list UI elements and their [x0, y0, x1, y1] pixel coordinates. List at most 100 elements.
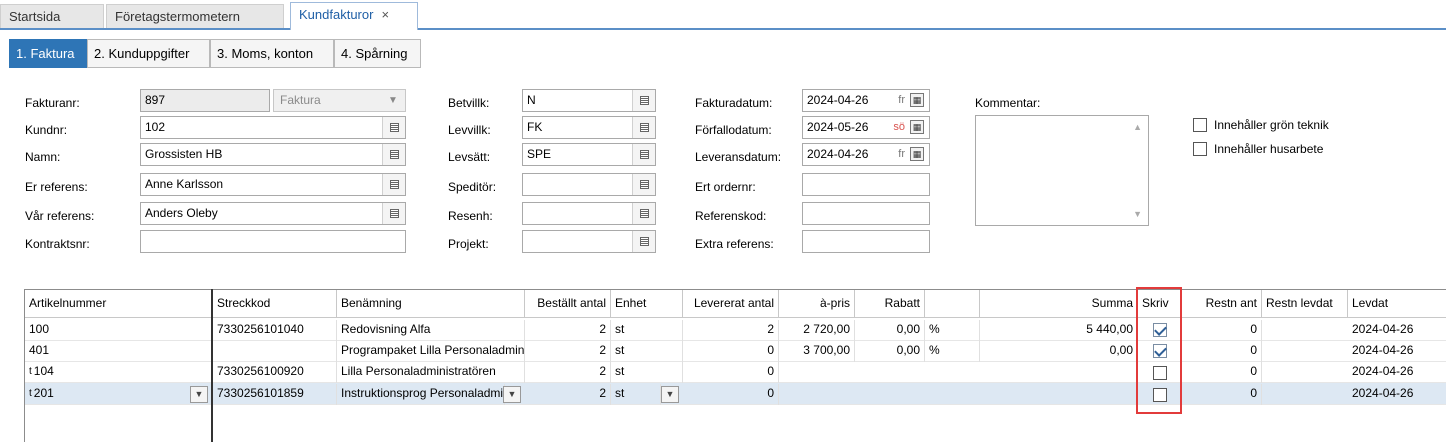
- forfallodatum-field[interactable]: 2024-05-26 sö ▦: [802, 116, 930, 139]
- tab-faktura[interactable]: 1. Faktura: [9, 39, 87, 68]
- list-lookup-icon[interactable]: [632, 174, 655, 195]
- cell-streckkod[interactable]: 7330256101859: [213, 384, 337, 405]
- col-restn-levdat[interactable]: Restn levdat: [1262, 290, 1348, 318]
- cell-benamning[interactable]: Programpaket Lilla Personaladministratör…: [337, 341, 525, 362]
- col-levererat-antal[interactable]: Levererat antal: [683, 290, 779, 318]
- resenh-field[interactable]: [522, 202, 656, 225]
- cell-restn-ant[interactable]: 0: [1182, 341, 1262, 362]
- scroll-down-icon[interactable]: ▼: [1133, 209, 1142, 219]
- cell-bestallt[interactable]: 2: [525, 341, 611, 362]
- chevron-down-icon[interactable]: ▼: [503, 386, 521, 403]
- kontraktsnr-field[interactable]: [140, 230, 406, 253]
- fakturanr-field[interactable]: 897: [140, 89, 270, 112]
- cell-levererat[interactable]: 0: [683, 384, 779, 405]
- kundnr-field[interactable]: 102: [140, 116, 406, 139]
- fakturadatum-field[interactable]: 2024-04-26 fr ▦: [802, 89, 930, 112]
- col-benamning[interactable]: Benämning: [337, 290, 525, 318]
- list-lookup-icon[interactable]: [382, 117, 405, 138]
- cell-artnr[interactable]: t 201: [25, 384, 213, 405]
- cell-artnr[interactable]: t 104: [25, 362, 213, 383]
- tab-kunduppgifter[interactable]: 2. Kunduppgifter: [87, 39, 210, 68]
- col-artikelnummer[interactable]: Artikelnummer: [25, 290, 213, 318]
- leveransdatum-field[interactable]: 2024-04-26 fr ▦: [802, 143, 930, 166]
- col-skriv[interactable]: Skriv: [1138, 290, 1182, 318]
- col-restn-ant[interactable]: Restn ant: [1182, 290, 1262, 318]
- skriv-checkbox[interactable]: [1153, 366, 1167, 380]
- col-bestallt-antal[interactable]: Beställt antal: [525, 290, 611, 318]
- col-levdat[interactable]: Levdat: [1348, 290, 1446, 318]
- cell-levdat[interactable]: 2024-04-26: [1348, 384, 1446, 405]
- tab-moms-konton[interactable]: 3. Moms, konton: [210, 39, 334, 68]
- cell-enhet[interactable]: st: [611, 341, 683, 362]
- scroll-up-icon[interactable]: ▲: [1133, 122, 1142, 132]
- skriv-checkbox[interactable]: [1153, 388, 1167, 402]
- col-rabatt[interactable]: Rabatt: [855, 290, 925, 318]
- cell-enhet[interactable]: st: [611, 320, 683, 341]
- cell-summa[interactable]: 0,00: [980, 341, 1138, 362]
- list-lookup-icon[interactable]: [632, 117, 655, 138]
- cell-apris[interactable]: 2 720,00: [779, 320, 855, 341]
- calendar-icon[interactable]: ▦: [910, 93, 924, 107]
- tab-sparning[interactable]: 4. Spårning: [334, 39, 421, 68]
- calendar-icon[interactable]: ▦: [910, 147, 924, 161]
- cell-streckkod[interactable]: 7330256101040: [213, 320, 337, 341]
- cell-rabatt[interactable]: 0,00: [855, 320, 925, 341]
- cell-levdat[interactable]: 2024-04-26: [1348, 320, 1446, 341]
- cell-bestallt[interactable]: 2: [525, 384, 611, 405]
- cell-levererat[interactable]: 2: [683, 320, 779, 341]
- var-referens-field[interactable]: Anders Oleby: [140, 202, 406, 225]
- cell-artnr[interactable]: 100: [25, 320, 213, 341]
- er-referens-field[interactable]: Anne Karlsson: [140, 173, 406, 196]
- list-lookup-icon[interactable]: [632, 90, 655, 111]
- col-enhet[interactable]: Enhet: [611, 290, 683, 318]
- close-tab-icon[interactable]: ×: [381, 7, 389, 22]
- cell-streckkod[interactable]: 7330256100920: [213, 362, 337, 383]
- cell-levdat[interactable]: 2024-04-26: [1348, 362, 1446, 383]
- cell-bestallt[interactable]: 2: [525, 362, 611, 383]
- chevron-down-icon[interactable]: ▼: [661, 386, 679, 403]
- tab-foretagstermometern[interactable]: Företagstermometern: [106, 4, 284, 28]
- tab-kundfakturor[interactable]: Kundfakturor ×: [290, 2, 418, 30]
- cell-enhet[interactable]: st: [611, 384, 661, 405]
- col-summa[interactable]: Summa: [980, 290, 1138, 318]
- betvillk-field[interactable]: N: [522, 89, 656, 112]
- cell-apris[interactable]: 3 700,00: [779, 341, 855, 362]
- cell-restn-ant[interactable]: 0: [1182, 384, 1262, 405]
- list-lookup-icon[interactable]: [632, 231, 655, 252]
- list-lookup-icon[interactable]: [382, 174, 405, 195]
- speditor-field[interactable]: [522, 173, 656, 196]
- skriv-checkbox[interactable]: [1153, 344, 1167, 358]
- col-streckkod[interactable]: Streckkod: [213, 290, 337, 318]
- projekt-field[interactable]: [522, 230, 656, 253]
- namn-field[interactable]: Grossisten HB: [140, 143, 406, 166]
- cell-streckkod[interactable]: [213, 341, 337, 362]
- cell-benamning[interactable]: Lilla Personaladministratören: [337, 362, 525, 383]
- calendar-icon[interactable]: ▦: [910, 120, 924, 134]
- skriv-checkbox[interactable]: [1153, 323, 1167, 337]
- extra-referens-field[interactable]: [802, 230, 930, 253]
- doc-type-dropdown[interactable]: Faktura ▼: [273, 89, 406, 112]
- cell-bestallt[interactable]: 2: [525, 320, 611, 341]
- col-apris[interactable]: à-pris: [779, 290, 855, 318]
- cell-restn-ant[interactable]: 0: [1182, 320, 1262, 341]
- cell-summa[interactable]: 5 440,00: [980, 320, 1138, 341]
- levsatt-field[interactable]: SPE: [522, 143, 656, 166]
- cell-benamning[interactable]: Instruktionsprog Personaladministratören: [337, 384, 505, 405]
- cell-enhet[interactable]: st: [611, 362, 683, 383]
- chevron-down-icon[interactable]: ▼: [190, 386, 208, 403]
- cell-benamning[interactable]: Redovisning Alfa: [337, 320, 525, 341]
- cell-restn-ant[interactable]: 0: [1182, 362, 1262, 383]
- list-lookup-icon[interactable]: [382, 144, 405, 165]
- husarbete-checkbox[interactable]: [1193, 142, 1207, 156]
- ert-ordernr-field[interactable]: [802, 173, 930, 196]
- cell-rabatt[interactable]: 0,00: [855, 341, 925, 362]
- cell-levererat[interactable]: 0: [683, 362, 779, 383]
- list-lookup-icon[interactable]: [632, 144, 655, 165]
- cell-artnr[interactable]: 401: [25, 341, 213, 362]
- kommentar-textarea[interactable]: ▲ ▼: [975, 115, 1149, 226]
- cell-levererat[interactable]: 0: [683, 341, 779, 362]
- gron-teknik-checkbox[interactable]: [1193, 118, 1207, 132]
- list-lookup-icon[interactable]: [382, 203, 405, 224]
- list-lookup-icon[interactable]: [632, 203, 655, 224]
- cell-levdat[interactable]: 2024-04-26: [1348, 341, 1446, 362]
